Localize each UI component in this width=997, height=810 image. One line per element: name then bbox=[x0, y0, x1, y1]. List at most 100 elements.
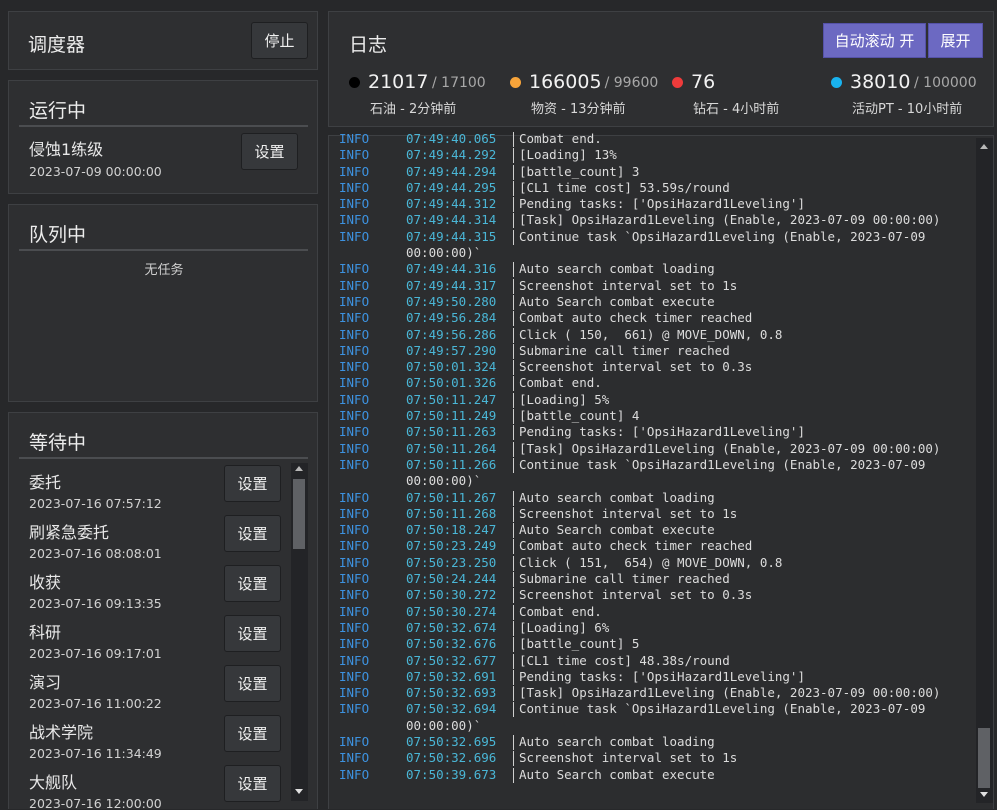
log-level: INFO bbox=[339, 701, 370, 717]
log-separator bbox=[513, 751, 514, 767]
log-line: 00:00:00)` bbox=[339, 473, 974, 489]
waiting-task-settings-button[interactable]: 设置 bbox=[224, 665, 281, 702]
log-separator bbox=[513, 278, 514, 294]
log-time: 07:50:23.249 bbox=[406, 538, 497, 554]
log-level: INFO bbox=[339, 619, 370, 635]
log-level: INFO bbox=[339, 293, 370, 309]
log-separator bbox=[513, 637, 514, 653]
log-time: 07:49:56.284 bbox=[406, 310, 497, 326]
scroll-up-arrow-icon[interactable] bbox=[295, 466, 303, 471]
waiting-task-settings-button[interactable]: 设置 bbox=[224, 515, 281, 552]
scroll-down-arrow-icon[interactable] bbox=[295, 789, 303, 794]
resource-limit: / 17100 bbox=[432, 75, 486, 91]
log-scroll-down-arrow-icon[interactable] bbox=[980, 792, 988, 797]
log-level: INFO bbox=[339, 571, 370, 587]
waiting-task-item: 战术学院 2023-07-16 11:34:49 设置 bbox=[9, 713, 289, 763]
log-level: INFO bbox=[339, 489, 370, 505]
log-level: INFO bbox=[339, 456, 370, 472]
log-message: Combat auto check timer reached bbox=[519, 538, 753, 554]
log-level: INFO bbox=[339, 440, 370, 456]
log-message: Combat end. bbox=[519, 131, 602, 146]
running-task-settings-button[interactable]: 设置 bbox=[241, 133, 298, 170]
log-level: INFO bbox=[339, 668, 370, 684]
log-time: 07:50:11.267 bbox=[406, 489, 497, 505]
log-line: INFO 07:50:30.272 Screenshot interval set … bbox=[339, 587, 974, 604]
running-divider bbox=[19, 125, 308, 127]
scroll-thumb[interactable] bbox=[293, 479, 305, 549]
log-time: 07:50:11.263 bbox=[406, 424, 497, 440]
log-separator bbox=[513, 572, 514, 588]
stop-button[interactable]: 停止 bbox=[251, 22, 308, 59]
log-title: 日志 bbox=[349, 34, 388, 56]
log-separator bbox=[513, 523, 514, 539]
log-message: [CL1 time cost] 53.59s/round bbox=[519, 179, 730, 195]
log-line: INFO 07:50:24.244 Submarine call timer rea… bbox=[339, 571, 974, 588]
waiting-task-date: 2023-07-16 11:34:49 bbox=[29, 746, 162, 761]
waiting-task-settings-button[interactable]: 设置 bbox=[224, 715, 281, 752]
waiting-scrollbar[interactable] bbox=[291, 463, 308, 801]
log-time: 07:50:30.272 bbox=[406, 587, 497, 603]
waiting-task-name: 演习 bbox=[29, 673, 62, 692]
log-line: INFO 07:50:32.691 Pending tasks: ['OpsiHaz… bbox=[339, 669, 974, 685]
log-scroll-thumb[interactable] bbox=[978, 728, 990, 788]
resource-value: 76 bbox=[691, 71, 716, 93]
log-scroll-up-arrow-icon[interactable] bbox=[980, 144, 988, 149]
log-message: [Loading] 6% bbox=[519, 619, 610, 635]
waiting-task-settings-button[interactable]: 设置 bbox=[224, 615, 281, 652]
waiting-task-item: 收获 2023-07-16 09:13:35 设置 bbox=[9, 563, 289, 613]
log-line: INFO 07:50:11.264 [Task] OpsiHazard1Leveli… bbox=[339, 441, 974, 457]
waiting-task-settings-button[interactable]: 设置 bbox=[224, 565, 281, 602]
waiting-task-settings-button[interactable]: 设置 bbox=[224, 765, 281, 802]
log-line: INFO 07:49:57.290 Submarine call timer rea… bbox=[339, 343, 974, 359]
expand-button[interactable]: 展开 bbox=[928, 23, 983, 58]
waiting-task-settings-button[interactable]: 设置 bbox=[224, 465, 281, 502]
log-scrollbar[interactable] bbox=[976, 138, 993, 803]
log-line: INFO 07:50:11.263 Pending tasks: ['OpsiHaz… bbox=[339, 424, 974, 441]
log-time: 07:49:44.314 bbox=[406, 212, 497, 228]
log-line: INFO 07:50:32.676 [battle_count] 5 bbox=[339, 636, 974, 653]
log-time: 07:50:24.244 bbox=[406, 571, 497, 587]
log-level: INFO bbox=[339, 277, 370, 293]
auto-scroll-button[interactable]: 自动滚动 开 bbox=[823, 23, 926, 58]
log-message: Continue task `OpsiHazard1Leveling (Enab… bbox=[519, 228, 926, 244]
waiting-task-item: 委托 2023-07-16 07:57:12 设置 bbox=[9, 463, 289, 513]
log-line: INFO 07:50:11.247 [Loading] 5% bbox=[339, 392, 974, 408]
log-continuation: 00:00:00)` bbox=[406, 245, 482, 261]
waiting-panel: 等待中 委托 2023-07-16 07:57:12 设置 刷紧急委托 2023-07-… bbox=[8, 412, 318, 810]
log-message: [battle_count] 4 bbox=[519, 408, 640, 424]
log-separator bbox=[513, 376, 514, 392]
log-separator bbox=[513, 441, 514, 457]
log-level: INFO bbox=[339, 766, 370, 782]
log-time: 07:50:32.693 bbox=[406, 685, 497, 701]
log-line: INFO 07:50:11.267 Auto search combat loadi… bbox=[339, 490, 974, 506]
log-time: 07:50:11.247 bbox=[406, 391, 497, 407]
log-line: INFO 07:50:11.249 [battle_count] 4 bbox=[339, 408, 974, 425]
log-message: Pending tasks: ['OpsiHazard1Leveling'] bbox=[519, 424, 805, 440]
waiting-task-date: 2023-07-16 09:13:35 bbox=[29, 596, 162, 611]
log-line: INFO 07:49:56.284 Combat auto check timer … bbox=[339, 310, 974, 327]
log-time: 07:49:44.295 bbox=[406, 179, 497, 195]
log-line: INFO 07:49:44.292 [Loading] 13% bbox=[339, 147, 974, 164]
log-time: 07:49:50.280 bbox=[406, 293, 497, 309]
log-level: INFO bbox=[339, 750, 370, 766]
log-time: 07:49:44.312 bbox=[406, 196, 497, 212]
waiting-task-date: 2023-07-16 12:00:00 bbox=[29, 796, 162, 810]
log-line: INFO 07:50:32.695 Auto search combat loadi… bbox=[339, 734, 974, 750]
queue-divider bbox=[19, 249, 308, 251]
log-message: Submarine call timer reached bbox=[519, 571, 730, 587]
log-line: INFO 07:49:56.286 Click ( 150, 661) @ MOVE… bbox=[339, 327, 974, 343]
log-separator bbox=[513, 262, 514, 278]
log-message: Continue task `OpsiHazard1Leveling (Enab… bbox=[519, 456, 926, 472]
scheduler-title: 调度器 bbox=[28, 34, 86, 56]
log-time: 07:50:32.694 bbox=[406, 701, 497, 717]
log-message: [battle_count] 3 bbox=[519, 163, 640, 179]
log-message: Combat auto check timer reached bbox=[519, 310, 753, 326]
log-level: INFO bbox=[339, 212, 370, 228]
log-separator bbox=[513, 604, 514, 620]
log-time: 07:50:32.696 bbox=[406, 750, 497, 766]
log-message: [Task] OpsiHazard1Leveling (Enable, 2023… bbox=[519, 212, 941, 228]
log-line: INFO 07:50:32.677 [CL1 time cost] 48.38s/r… bbox=[339, 653, 974, 669]
log-line: INFO 07:50:32.674 [Loading] 6% bbox=[339, 620, 974, 636]
resource-value: 38010 bbox=[850, 71, 911, 93]
log-message: Screenshot interval set to 1s bbox=[519, 505, 738, 521]
